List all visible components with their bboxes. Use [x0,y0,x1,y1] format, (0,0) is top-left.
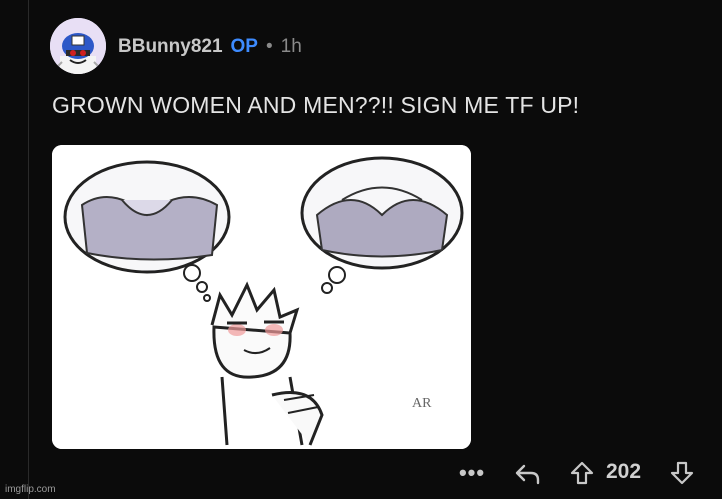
reply-button[interactable] [510,458,544,488]
imgflip-watermark: imgflip.com [5,484,56,495]
comment-text: GROWN WOMEN AND MEN??!! SIGN ME TF UP! [52,92,580,118]
avatar[interactable] [50,18,106,74]
timestamp: 1h [280,36,302,57]
separator-dot: • [265,36,273,57]
comment-image[interactable]: AR [52,145,471,449]
downvote-button[interactable] [665,458,699,488]
cartoon-illustration: AR [52,145,471,449]
op-badge: OP [230,36,258,57]
more-options-button[interactable]: ••• [455,458,489,488]
reply-icon [515,464,540,485]
downvote-arrow-icon [670,461,694,485]
upvote-arrow-icon [570,461,594,485]
upvote-button[interactable] [565,458,599,488]
vote-score: 202 [606,460,642,483]
thread-line [28,0,29,499]
artist-signature: AR [412,396,432,411]
avatar-image [50,18,106,74]
comment-header: BBunny821 OP • 1h [118,36,302,58]
username[interactable]: BBunny821 [118,36,223,58]
